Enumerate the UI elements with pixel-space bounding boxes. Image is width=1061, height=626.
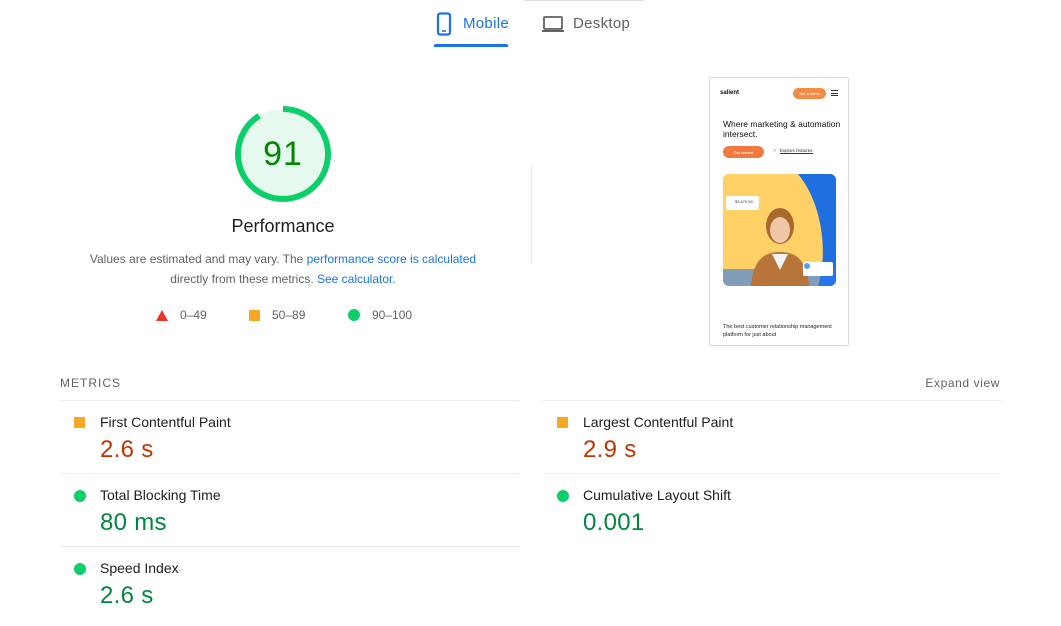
screenshot-get-started-button: Get started xyxy=(723,146,764,158)
screenshot-explore-link: ✧ Explore features xyxy=(773,148,813,154)
legend-fail-label: 0–49 xyxy=(180,308,207,322)
metric-value: 0.001 xyxy=(583,509,645,536)
see-calculator-link[interactable]: See calculator. xyxy=(317,272,396,286)
tab-mobile-label: Mobile xyxy=(463,15,509,32)
pass-circle-icon xyxy=(74,563,86,575)
hero-card-amount: $3,670.00 xyxy=(735,199,753,204)
screenshot-headline: Where marketing & automation intersect. xyxy=(723,119,841,139)
average-square-icon xyxy=(74,417,85,428)
desc-middle: directly from these metrics. xyxy=(170,272,317,286)
section-divider xyxy=(531,165,532,263)
metric-value: 2.9 s xyxy=(583,436,637,463)
fail-triangle-icon xyxy=(156,309,168,321)
legend-fail: 0–49 xyxy=(156,308,207,322)
metric-name: Total Blocking Time xyxy=(100,487,221,503)
metric-name: Cumulative Layout Shift xyxy=(583,487,731,503)
metric-name: Speed Index xyxy=(100,560,179,576)
screenshot-explore-label: Explore features xyxy=(779,148,813,154)
metric-total-blocking-time: Total Blocking Time 80 ms xyxy=(60,473,519,546)
laptop-icon xyxy=(542,15,564,33)
performance-title: Performance xyxy=(231,216,335,236)
pass-circle-icon xyxy=(348,309,360,321)
pass-circle-icon xyxy=(557,490,569,502)
screenshot-logo: salient xyxy=(720,90,740,96)
metric-name: Largest Contentful Paint xyxy=(583,414,734,430)
legend-average: 50–89 xyxy=(249,308,305,322)
hero-illustration xyxy=(723,174,836,286)
performance-score: 91 xyxy=(263,134,303,173)
tab-desktop-label: Desktop xyxy=(573,15,631,32)
metrics-heading: METRICS xyxy=(60,376,121,390)
screenshot-caption: The best customer relationship managemen… xyxy=(723,324,832,338)
device-tabs: Mobile Desktop xyxy=(0,0,1061,48)
sparkle-icon: ✧ xyxy=(773,148,777,153)
metric-value: 80 ms xyxy=(100,509,167,536)
metric-name: First Contentful Paint xyxy=(100,414,231,430)
average-square-icon xyxy=(557,417,568,428)
average-square-icon xyxy=(249,309,260,321)
hamburger-menu-icon xyxy=(831,90,838,96)
legend-pass-label: 90–100 xyxy=(372,308,413,322)
metric-largest-contentful-paint: Largest Contentful Paint 2.9 s xyxy=(543,400,1001,473)
pass-circle-icon xyxy=(74,490,86,502)
tab-desktop[interactable]: Desktop xyxy=(542,0,630,47)
metric-first-contentful-paint: First Contentful Paint 2.6 s xyxy=(60,400,519,473)
active-tab-indicator xyxy=(434,44,508,47)
desc-prefix: Values are estimated and may vary. The xyxy=(89,252,307,266)
performance-description: Values are estimated and may vary. The p… xyxy=(68,249,498,289)
legend-pass: 90–100 xyxy=(348,308,412,322)
metric-cumulative-layout-shift: Cumulative Layout Shift 0.001 xyxy=(543,473,1001,546)
legend-average-label: 50–89 xyxy=(272,308,306,322)
score-calculated-link[interactable]: performance score is calculated xyxy=(307,252,476,266)
metric-value: 2.6 s xyxy=(100,436,154,463)
metric-speed-index: Speed Index 2.6 s xyxy=(60,546,519,619)
metric-value: 2.6 s xyxy=(100,582,154,609)
expand-view-toggle[interactable]: Expand view xyxy=(925,376,1000,390)
phone-icon xyxy=(434,11,454,36)
screenshot-hero-image: $3,670.00 xyxy=(723,174,836,286)
tab-mobile[interactable]: Mobile xyxy=(434,0,509,47)
final-screenshot: salient Get a demo Where marketing & aut… xyxy=(709,77,849,346)
screenshot-demo-button: Get a demo xyxy=(793,88,826,99)
